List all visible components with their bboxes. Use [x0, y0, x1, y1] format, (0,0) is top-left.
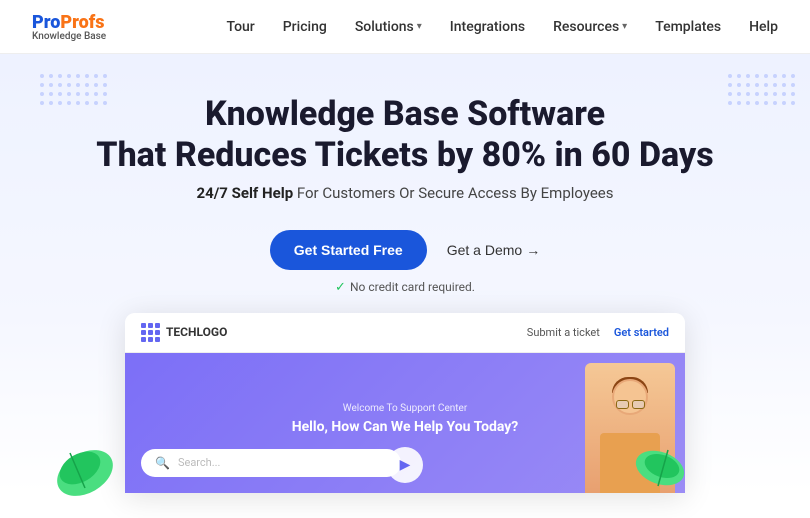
hero-cta-group: Get Started Free Get a Demo → [20, 230, 790, 270]
nav-templates[interactable]: Templates [655, 19, 721, 35]
person-glasses [614, 400, 646, 410]
glass-left [616, 400, 629, 409]
dots-left-decoration [40, 74, 107, 105]
no-credit-text: No credit card required. [350, 280, 475, 294]
logo[interactable]: ProProfs Knowledge Base [32, 12, 106, 42]
hero-headline: Knowledge Base Software That Reduces Tic… [20, 94, 790, 176]
hero-section: Knowledge Base Software That Reduces Tic… [0, 54, 810, 493]
person-head [612, 379, 648, 415]
play-icon: ▶ [400, 457, 411, 473]
preview-logo-icon [141, 323, 160, 342]
logo-pro: Pro [32, 12, 60, 33]
headline-line2: That Reduces Tickets by 80% in 60 Days [96, 135, 713, 175]
arrow-icon: → [526, 242, 540, 258]
nav-resources[interactable]: Resources ▾ [553, 19, 627, 35]
chevron-down-icon: ▾ [622, 21, 627, 32]
get-started-button[interactable]: Get Started Free [270, 230, 427, 270]
hero-subtext-rest: For Customers Or Secure Access By Employ… [293, 184, 613, 202]
chevron-down-icon: ▾ [417, 21, 422, 32]
leaf-right-decoration [630, 438, 690, 498]
logo-subtitle: Knowledge Base [32, 31, 106, 42]
nav-solutions[interactable]: Solutions ▾ [355, 19, 422, 35]
no-credit-notice: ✓ No credit card required. [20, 280, 790, 295]
preview-logo: TECHLOGO [141, 323, 227, 342]
headline-line1: Knowledge Base Software [205, 94, 605, 134]
get-demo-button[interactable]: Get a Demo → [447, 242, 540, 258]
play-button[interactable]: ▶ [387, 447, 423, 483]
nav-tour[interactable]: Tour [226, 19, 254, 35]
preview-hero-area: Welcome To Support Center Hello, How Can… [125, 353, 685, 493]
preview-search-placeholder: Search... [178, 456, 221, 469]
nav-pricing[interactable]: Pricing [283, 19, 327, 35]
demo-label: Get a Demo [447, 242, 522, 258]
search-icon: 🔍 [155, 456, 170, 470]
navbar: ProProfs Knowledge Base Tour Pricing Sol… [0, 0, 810, 54]
preview-nav-links: Submit a ticket Get started [527, 326, 669, 339]
logo-profs: Profs [60, 12, 104, 33]
leaf-left-decoration [50, 438, 120, 498]
preview-card: TECHLOGO Submit a ticket Get started Wel… [125, 313, 685, 493]
dots-right-decoration [728, 74, 795, 105]
preview-search-bar[interactable]: 🔍 Search... [141, 449, 401, 477]
preview-wrapper: TECHLOGO Submit a ticket Get started Wel… [20, 313, 790, 493]
nav-help[interactable]: Help [749, 19, 778, 35]
check-icon: ✓ [335, 280, 346, 295]
hero-subtext-bold: 24/7 Self Help [197, 184, 294, 202]
preview-logo-text: TECHLOGO [166, 325, 227, 339]
preview-submit-ticket: Submit a ticket [527, 326, 600, 339]
hero-subtext: 24/7 Self Help For Customers Or Secure A… [20, 184, 790, 202]
preview-get-started: Get started [614, 326, 669, 339]
nav-integrations[interactable]: Integrations [450, 19, 525, 35]
preview-topbar: TECHLOGO Submit a ticket Get started [125, 313, 685, 353]
glass-right [632, 400, 645, 409]
nav-links: Tour Pricing Solutions ▾ Integrations Re… [226, 19, 778, 35]
